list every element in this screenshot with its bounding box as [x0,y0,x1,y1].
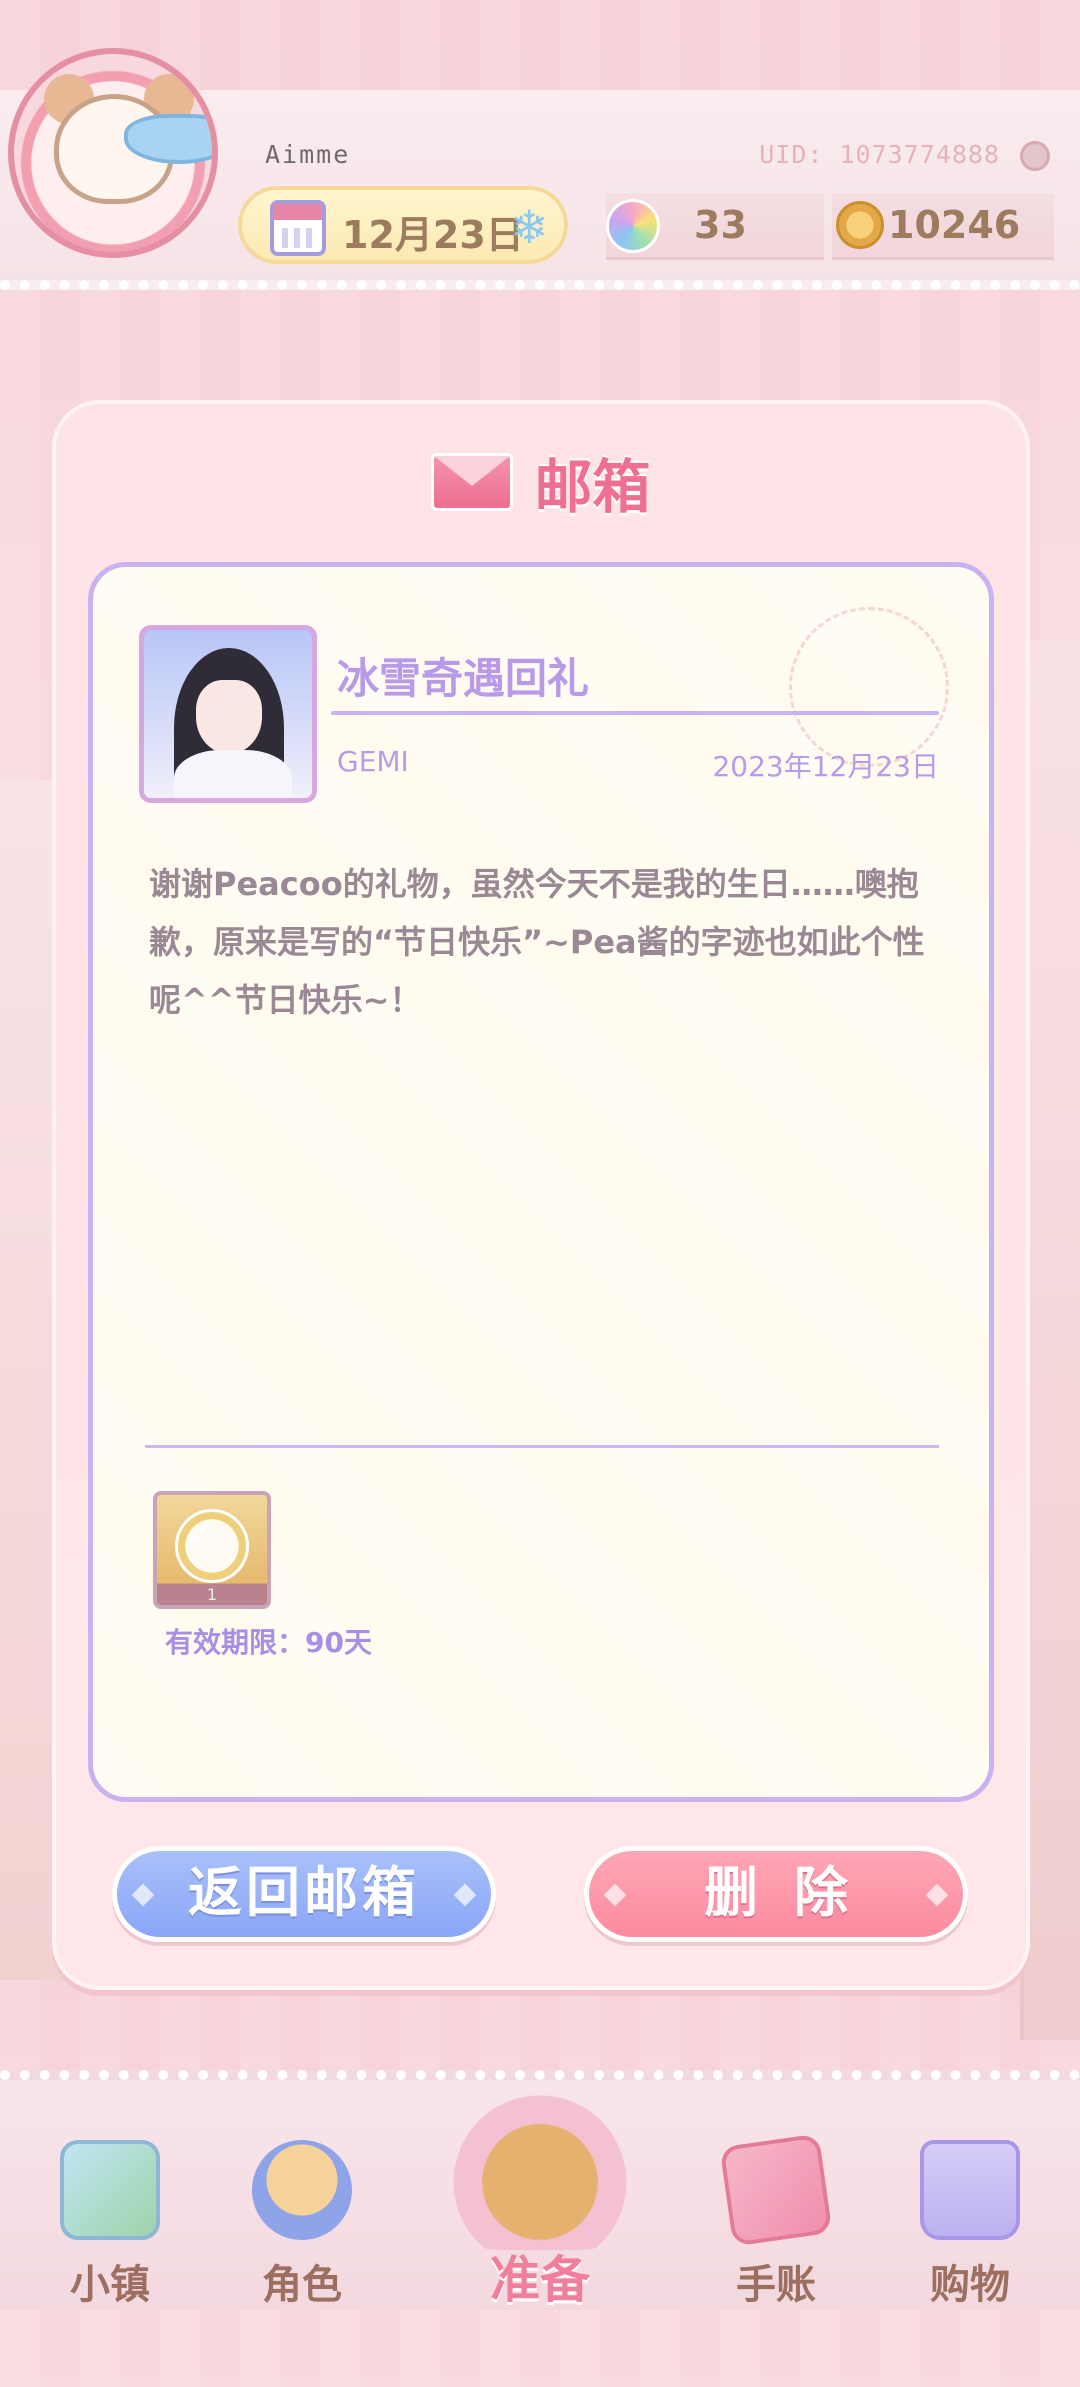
attachment-divider [145,1445,939,1448]
nav-journal[interactable]: 手账 [696,2133,856,2310]
dialog-title: 邮箱 [534,453,651,521]
coin-count: 10246 [888,203,1021,247]
envelope-icon [431,453,514,511]
sender-face [196,680,262,754]
mail-letter: 冰雪奇遇回礼 GEMI 2023年12月23日 谢谢Peacoo的礼物，虽然今天… [88,562,994,1802]
back-button-label: 返回邮箱 [188,1861,420,1924]
reward-quantity: 1 [206,1585,218,1604]
date-display[interactable]: 12月23日 ❄ [238,186,568,264]
sender-avatar [139,625,317,803]
diamond-deco-icon [603,1883,627,1907]
basket-icon [440,2080,640,2250]
mail-subject: 冰雪奇遇回礼 [337,654,590,703]
nav-prepare-label: 准备 [490,2251,590,2309]
current-date: 12月23日 [342,213,524,257]
diamond-deco-icon [453,1883,477,1907]
rainbow-gem-icon [606,199,660,253]
diamond-deco-icon [131,1883,155,1907]
attachment-reward-item[interactable]: ✓ 1 [153,1491,271,1609]
journal-icon [719,2133,833,2247]
calendar-icon [270,200,326,256]
validity-period: 有效期限：90天 [165,1626,372,1659]
player-uid: UID: 1073774888 [759,140,1000,169]
coin-counter[interactable]: 10246 [832,190,1054,260]
gold-coin-icon [836,201,884,249]
snowflake-icon: ❄ [510,200,549,254]
nav-prepare[interactable]: 准备 [380,2080,700,2320]
mailbox-dialog: 邮箱 冰雪奇遇回礼 GEMI 2023年12月23日 谢谢Peacoo的礼物，虽… [52,400,1030,1990]
nav-shop-label: 购物 [930,2262,1010,2308]
postmark-stamp [789,607,949,767]
mail-date: 2023年12月23日 [712,750,939,783]
delete-mail-button[interactable]: 删除 [584,1846,968,1942]
character-icon [252,2140,352,2240]
diamond-deco-icon [925,1883,949,1907]
bottom-navigation: 小镇 角色 准备 手账 购物 [0,2070,1080,2310]
nav-town[interactable]: 小镇 [30,2140,190,2310]
nav-town-label: 小镇 [70,2262,150,2308]
back-to-mailbox-button[interactable]: 返回邮箱 [112,1846,496,1942]
subject-underline [331,711,939,715]
dialog-title-bar: 邮箱 [52,440,1030,521]
sender-dress [174,750,292,798]
nav-character-label: 角色 [262,2262,342,2308]
mail-body-text: 谢谢Peacoo的礼物，虽然今天不是我的生日……噢抱歉，原来是写的“节日快乐”~… [149,865,925,1019]
gem-counter[interactable]: 33 [606,190,824,260]
nav-character[interactable]: 角色 [222,2140,382,2310]
claimed-check-icon: ✓ [185,1511,219,1557]
gem-count: 33 [694,203,747,247]
player-username: Aimme [265,140,351,169]
mail-sender: GEMI [337,745,409,778]
nav-journal-label: 手账 [736,2262,816,2308]
player-avatar[interactable] [8,48,218,258]
map-icon [60,2140,160,2240]
delete-button-label: 删除 [704,1861,884,1924]
nav-shop[interactable]: 购物 [890,2140,1050,2310]
copy-uid-icon[interactable] [1020,141,1050,171]
shopping-bag-icon [920,2140,1020,2240]
